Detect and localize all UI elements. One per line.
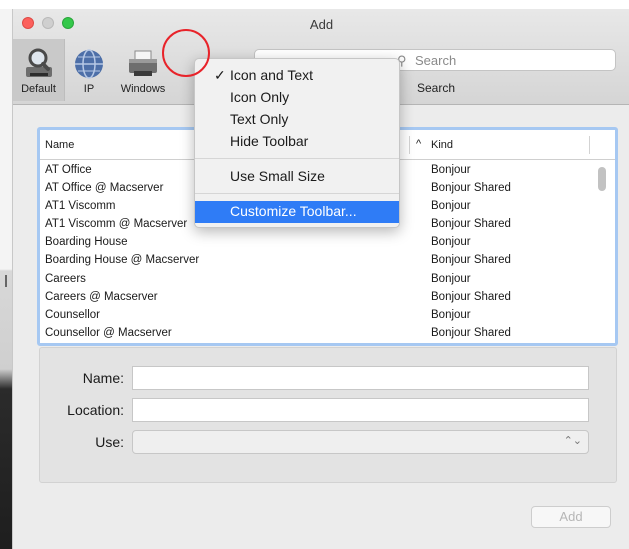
- toolbar-context-menu: ✓ Icon and Text Icon Only Text Only Hide…: [194, 58, 400, 228]
- cell-kind: Bonjour: [431, 272, 471, 285]
- search-placeholder: Search: [415, 53, 457, 68]
- toolbar-ip-button[interactable]: IP: [68, 39, 110, 101]
- cell-name: Boarding House: [45, 236, 128, 249]
- menu-item-label: Hide Toolbar: [230, 133, 309, 149]
- cell-kind: Bonjour Shared: [431, 218, 511, 231]
- use-label: Use:: [95, 434, 124, 450]
- column-divider: [409, 136, 410, 154]
- search-toolbar-label: Search: [417, 81, 456, 95]
- column-divider: [589, 136, 590, 154]
- menu-item-customize-toolbar[interactable]: Customize Toolbar...: [195, 201, 399, 223]
- menu-item-label: Text Only: [230, 111, 289, 127]
- cell-name: Careers @ Macserver: [45, 290, 158, 303]
- menu-item-label: Icon Only: [230, 89, 290, 105]
- table-row[interactable]: Counsellor @ Macserver Bonjour Shared: [40, 325, 615, 343]
- annotation-circle: [162, 29, 210, 77]
- table-row[interactable]: Boarding House Bonjour: [40, 234, 615, 252]
- menu-item-hide-toolbar[interactable]: Hide Toolbar: [195, 131, 399, 151]
- add-button[interactable]: Add: [531, 506, 611, 528]
- menu-separator: [195, 193, 399, 194]
- chevron-updown-icon: ⌃⌄: [563, 435, 582, 447]
- magnifier-printer-icon: [26, 48, 52, 77]
- column-header-name[interactable]: Name: [45, 139, 74, 151]
- cell-name: AT Office: [45, 164, 92, 176]
- cell-name: AT1 Viscomm @ Macserver: [45, 218, 188, 231]
- checkmark-icon: ✓: [214, 67, 226, 83]
- name-label: Name:: [82, 370, 124, 386]
- menu-item-use-small-size[interactable]: Use Small Size: [195, 166, 399, 186]
- cell-kind: Bonjour Shared: [431, 254, 511, 267]
- cell-name: Counsellor: [45, 308, 100, 321]
- menu-item-label: Icon and Text: [230, 67, 314, 83]
- table-row[interactable]: Counsellor Bonjour: [40, 307, 615, 325]
- table-row[interactable]: Careers Bonjour: [40, 271, 615, 289]
- menu-item-label: Use Small Size: [230, 168, 325, 184]
- cell-kind: Bonjour: [431, 308, 471, 321]
- menu-item-label: Customize Toolbar...: [230, 203, 357, 219]
- menu-item-text-only[interactable]: Text Only: [195, 109, 399, 129]
- cell-kind: Bonjour: [431, 164, 471, 176]
- cell-kind: Bonjour Shared: [431, 290, 511, 303]
- location-label: Location:: [67, 402, 124, 418]
- toolbar-windows-label: Windows: [120, 83, 166, 95]
- toolbar-default-button[interactable]: Default: [13, 39, 65, 101]
- toolbar-default-label: Default: [21, 83, 56, 95]
- location-field[interactable]: [132, 398, 589, 422]
- cell-name: Counsellor @ Macserver: [45, 326, 172, 339]
- cell-kind: Bonjour Shared: [431, 326, 511, 339]
- cell-name: Careers: [45, 272, 86, 285]
- table-row[interactable]: Boarding House @ Macserver Bonjour Shared: [40, 252, 615, 270]
- toolbar-ip-label: IP: [83, 83, 95, 95]
- desktop-top-strip: [0, 0, 629, 9]
- name-field[interactable]: [132, 366, 589, 390]
- cell-name: AT1 Viscomm: [45, 200, 116, 213]
- menu-separator: [195, 158, 399, 159]
- desktop-left-strip: [0, 9, 12, 549]
- printer-icon: [129, 50, 157, 76]
- table-row[interactable]: Careers @ Macserver Bonjour Shared: [40, 289, 615, 307]
- sort-ascending-icon: ^: [416, 138, 422, 150]
- table-scrollbar[interactable]: [598, 167, 606, 191]
- cell-name: AT Office @ Macserver: [45, 182, 164, 195]
- desktop-marker: [5, 275, 7, 287]
- cell-kind: Bonjour: [431, 236, 471, 249]
- menu-item-icon-only[interactable]: Icon Only: [195, 87, 399, 107]
- cell-name: Boarding House @ Macserver: [45, 254, 200, 267]
- menu-item-icon-and-text[interactable]: ✓ Icon and Text: [195, 65, 399, 85]
- cell-kind: Bonjour Shared: [431, 182, 511, 195]
- globe-icon: [75, 49, 103, 79]
- cell-kind: Bonjour: [431, 200, 471, 213]
- use-select[interactable]: ⌃⌄: [132, 430, 589, 454]
- printer-details-form: Name: Location: Use: ⌃⌄: [39, 347, 617, 483]
- window-title: Add: [309, 17, 334, 32]
- column-header-kind[interactable]: Kind: [431, 139, 453, 151]
